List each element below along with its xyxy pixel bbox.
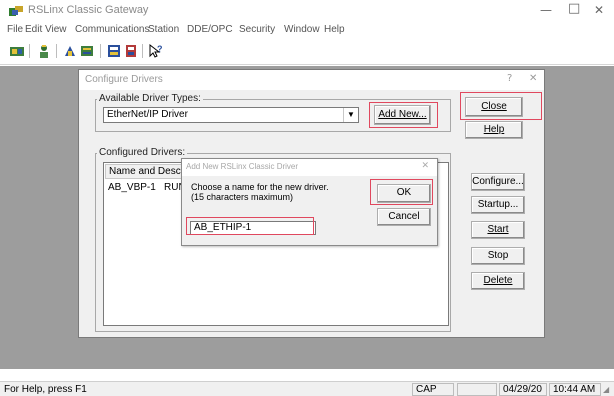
configured-drivers-label: Configured Drivers: xyxy=(97,147,188,158)
column-header-name-description[interactable]: Name and Description xyxy=(105,164,185,179)
question-icon[interactable]: ? xyxy=(507,73,512,84)
status-help-text: For Help, press F1 xyxy=(4,384,87,395)
dialog-title: Add New RSLinx Classic Driver xyxy=(186,162,299,171)
highlight-close xyxy=(460,92,542,120)
topic-icon[interactable] xyxy=(106,43,122,59)
close-icon[interactable]: ✕ xyxy=(529,73,537,84)
delete-button[interactable]: Delete xyxy=(471,272,525,290)
start-button[interactable]: Start xyxy=(471,221,525,239)
status-date: 04/29/20 xyxy=(499,383,547,396)
resize-grip-icon[interactable]: ◢ xyxy=(603,385,609,394)
minimize-icon[interactable]: — xyxy=(540,3,552,17)
menu-edit[interactable]: Edit xyxy=(25,24,42,35)
title-bar: RSLinx Classic Gateway — □ ✕ xyxy=(0,0,614,22)
configure-shortcuts-icon[interactable] xyxy=(79,43,95,59)
driver-type-dropdown[interactable]: EtherNet/IP Driver ▼ xyxy=(103,107,359,123)
driver-type-value: EtherNet/IP Driver xyxy=(107,109,188,120)
stop-button[interactable]: Stop xyxy=(471,247,525,265)
maximize-icon[interactable]: □ xyxy=(568,1,580,16)
dialog-title: Configure Drivers xyxy=(85,74,163,85)
close-icon[interactable]: ✕ xyxy=(421,161,429,171)
toolbar-separator xyxy=(142,44,143,58)
rswho-icon[interactable] xyxy=(36,43,52,59)
configure-button[interactable]: Configure... xyxy=(471,173,525,191)
toolbar: ? xyxy=(0,39,614,65)
driver-icon[interactable] xyxy=(123,43,139,59)
svg-text:?: ? xyxy=(157,44,163,54)
menu-communications[interactable]: Communications xyxy=(75,24,149,35)
dialog-title-bar: Configure Drivers ? ✕ xyxy=(79,70,544,90)
status-time: 10:44 AM xyxy=(549,383,601,396)
menu-dde-opc[interactable]: DDE/OPC xyxy=(187,24,233,35)
status-bar: For Help, press F1 CAP 04/29/20 10:44 AM… xyxy=(0,381,614,396)
help-button[interactable]: Help xyxy=(465,121,523,139)
close-icon[interactable]: ✕ xyxy=(594,3,604,17)
prompt-text: Choose a name for the new driver. xyxy=(191,182,329,192)
highlight-ok xyxy=(370,179,433,205)
toolbar-separator xyxy=(56,44,57,58)
menu-view[interactable]: View xyxy=(45,24,67,35)
menu-help[interactable]: Help xyxy=(324,24,345,35)
toolbar-separator xyxy=(29,44,30,58)
cancel-button[interactable]: Cancel xyxy=(377,208,431,226)
dialog-title-bar: Add New RSLinx Classic Driver ✕ xyxy=(182,159,437,176)
highlight-add-new xyxy=(369,102,438,128)
network-icon[interactable] xyxy=(9,43,25,59)
status-panel-empty xyxy=(457,383,497,396)
available-driver-types-label: Available Driver Types: xyxy=(97,93,203,104)
menu-bar: File Edit View Communications Station DD… xyxy=(0,23,614,39)
highlight-name-input xyxy=(186,217,314,235)
chevron-down-icon[interactable]: ▼ xyxy=(343,108,358,122)
prompt-limit-text: (15 characters maximum) xyxy=(191,192,294,202)
startup-button[interactable]: Startup... xyxy=(471,196,525,214)
configure-drivers-icon[interactable] xyxy=(62,43,78,59)
menu-file[interactable]: File xyxy=(7,24,23,35)
menu-window[interactable]: Window xyxy=(284,24,320,35)
help-pointer-icon[interactable]: ? xyxy=(148,43,164,59)
driver-row-name[interactable]: AB_VBP-1 xyxy=(108,182,156,193)
rslinx-app-icon xyxy=(9,6,23,16)
caps-lock-indicator: CAP xyxy=(412,383,454,396)
menu-station[interactable]: Station xyxy=(148,24,179,35)
window-title: RSLinx Classic Gateway xyxy=(28,4,149,16)
menu-security[interactable]: Security xyxy=(239,24,275,35)
toolbar-separator xyxy=(100,44,101,58)
